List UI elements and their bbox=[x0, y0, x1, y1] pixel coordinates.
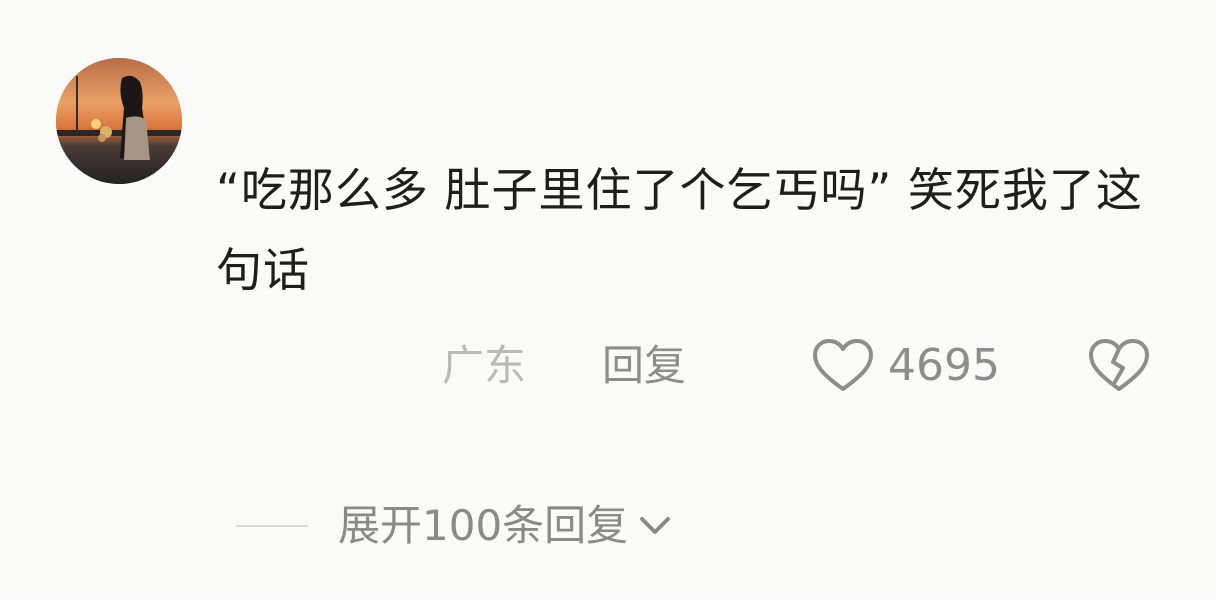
location-label: 广东 bbox=[442, 341, 527, 390]
reply-button[interactable]: 回复 bbox=[602, 338, 686, 394]
expand-replies-button[interactable]: 展开100条回复 bbox=[338, 498, 674, 554]
comment-item: “吃那么多 肚子里住了个乞丐吗” 笑死我了这句话 广东 回复 4695 展开10 bbox=[0, 0, 1216, 600]
like-button[interactable]: 4695 bbox=[812, 338, 1000, 394]
avatar-image bbox=[56, 58, 182, 184]
like-count: 4695 bbox=[888, 340, 1000, 391]
expand-replies-row: 展开100条回复 bbox=[236, 496, 674, 556]
divider-line bbox=[236, 525, 308, 527]
expand-replies-label: 展开100条回复 bbox=[338, 501, 629, 550]
avatar[interactable] bbox=[56, 58, 182, 184]
comment-text: “吃那么多 肚子里住了个乞丐吗” 笑死我了这句话 bbox=[216, 163, 1143, 297]
dislike-button[interactable] bbox=[1088, 338, 1150, 394]
comment-meta: 广东 回复 4695 bbox=[0, 338, 1216, 398]
chevron-down-icon bbox=[636, 511, 674, 541]
broken-heart-icon bbox=[1088, 338, 1150, 394]
heart-outline-icon bbox=[812, 338, 874, 394]
